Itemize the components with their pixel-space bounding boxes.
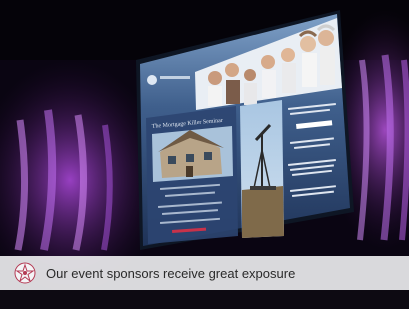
bottom-strip bbox=[0, 290, 409, 309]
event-photo: The Mortgage Killer Seminar Our event sp… bbox=[0, 0, 409, 309]
caption-bar: Our event sponsors receive great exposur… bbox=[0, 256, 409, 290]
oil-rig-image bbox=[240, 100, 284, 238]
seal-icon bbox=[14, 262, 36, 284]
caption-text: Our event sponsors receive great exposur… bbox=[46, 265, 296, 281]
house-image bbox=[152, 126, 233, 182]
